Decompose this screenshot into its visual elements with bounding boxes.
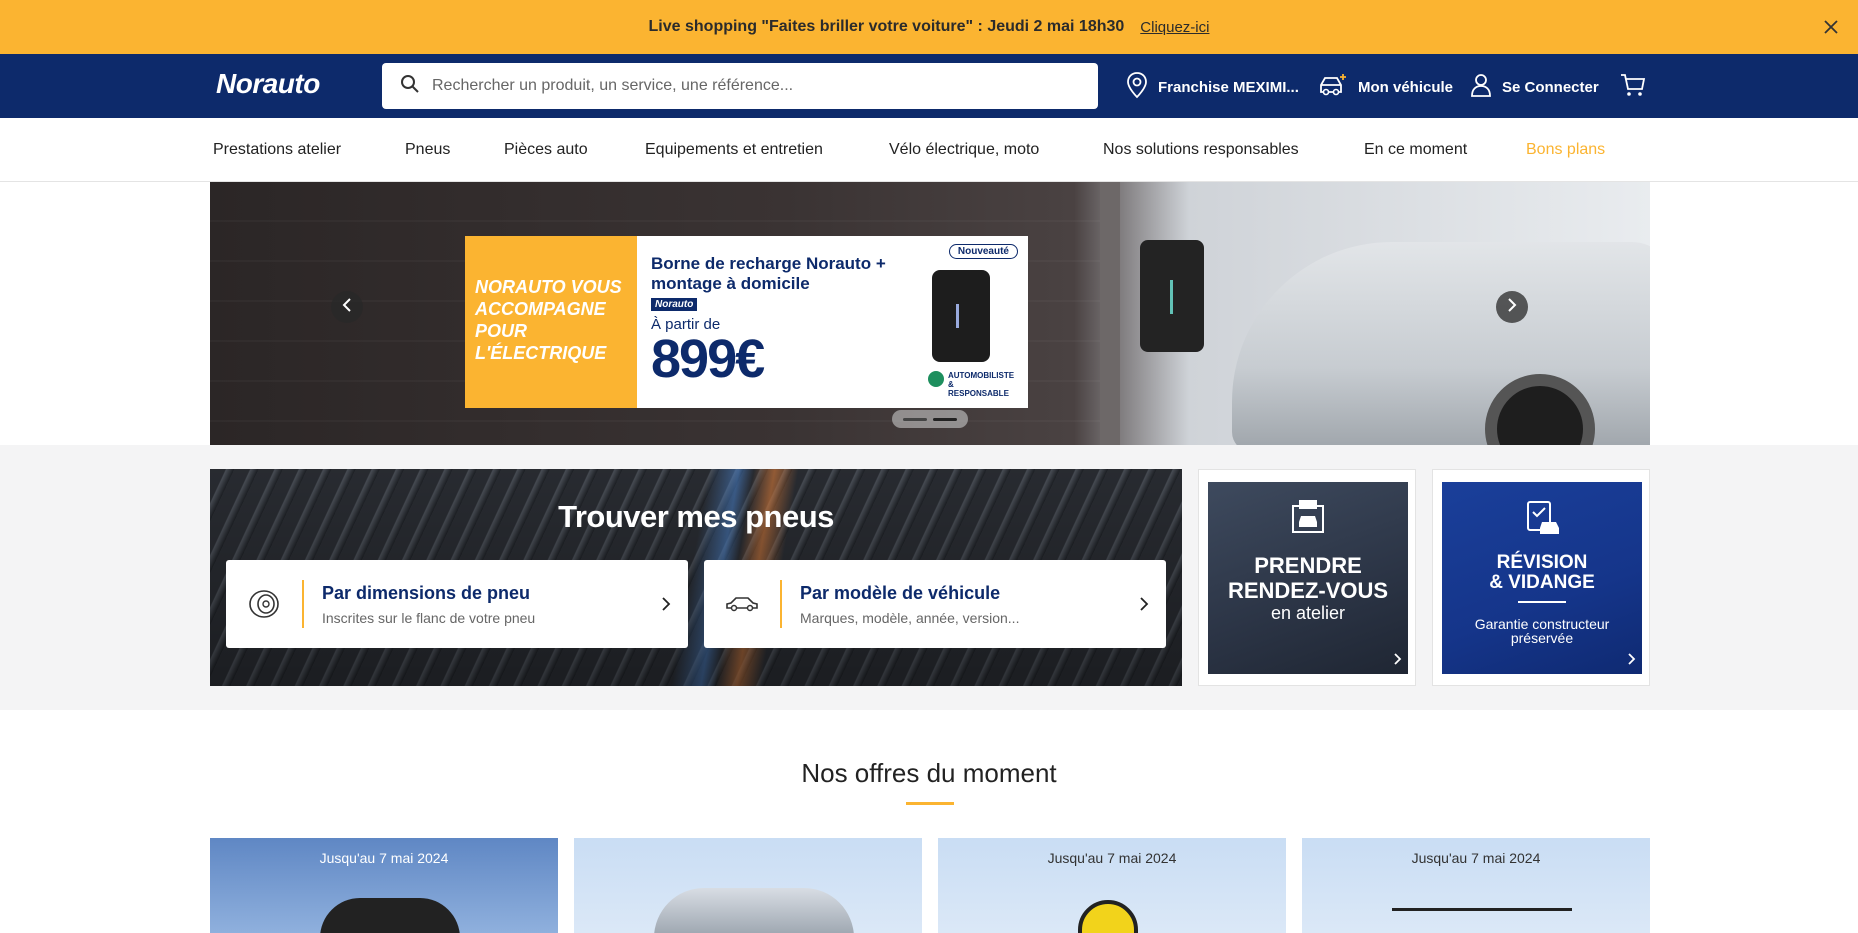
location-pin-icon [1126, 71, 1158, 103]
tire-finder: Trouver mes pneus Par dimensions de pneu… [210, 469, 1182, 686]
carousel-next-button[interactable] [1496, 291, 1528, 323]
eco-badge: AUTOMOBILISTE & RESPONSABLE [928, 371, 1014, 398]
hero-carousel[interactable]: NORAUTO VOUS ACCOMPAGNE POUR L'ÉLECTRIQU… [210, 182, 1650, 445]
tire-by-vehicle-sub: Marques, modèle, année, version... [800, 609, 1020, 626]
offers-title: Nos offres du moment [801, 758, 1057, 788]
appointment-card[interactable]: PRENDRE RENDEZ-VOUS en atelier [1198, 469, 1416, 686]
roof-box-image [320, 898, 460, 933]
revision-line1: RÉVISION [1496, 552, 1588, 573]
garage-icon [1289, 498, 1327, 539]
login-label: Se Connecter [1502, 78, 1599, 96]
ad-title: Borne de recharge Norauto + montage à do… [651, 254, 886, 293]
carousel-dot-1[interactable] [903, 417, 927, 421]
nav-item-en-ce-moment[interactable]: En ce moment [1364, 141, 1467, 159]
search-input[interactable] [432, 77, 1072, 95]
tcard-divider [302, 580, 304, 628]
user-icon [1470, 73, 1502, 101]
ad-left-text: NORAUTO VOUS ACCOMPAGNE POUR L'ÉLECTRIQU… [465, 236, 637, 408]
offer-card[interactable]: Jusqu'au 7 mai 2024 [1302, 838, 1650, 933]
close-icon[interactable] [1818, 14, 1844, 40]
promo-banner: Live shopping "Faites briller votre voit… [0, 0, 1858, 54]
chevron-right-icon [644, 597, 688, 611]
car-add-icon [1318, 72, 1358, 102]
bikes-image [1392, 908, 1572, 933]
chevron-right-icon [1394, 652, 1402, 670]
carousel-dots [892, 410, 968, 428]
site-header: Norauto Franchise MEXIMI... Mon véhicule… [0, 54, 1858, 118]
offer-date: Jusqu'au 7 mai 2024 [319, 850, 449, 866]
checklist-car-icon [1522, 498, 1562, 541]
hero-ad[interactable]: NORAUTO VOUS ACCOMPAGNE POUR L'ÉLECTRIQU… [465, 236, 1028, 408]
main-nav: Prestations atelier Pneus Pièces auto Eq… [0, 118, 1858, 182]
logo-text: Norauto [216, 68, 320, 99]
offer-date: Jusqu'au 7 mai 2024 [1047, 850, 1177, 866]
cart-icon [1620, 73, 1656, 101]
offers-title-underline [906, 802, 954, 805]
nav-item-prestations[interactable]: Prestations atelier [213, 141, 341, 159]
chevron-right-icon [1628, 652, 1636, 670]
car-icon [704, 595, 780, 613]
store-label: Franchise MEXIMI... [1158, 78, 1299, 96]
carousel-prev-button[interactable] [331, 291, 363, 323]
chevron-right-icon [1507, 297, 1517, 317]
tcard-divider [780, 580, 782, 628]
helmet-image [1078, 900, 1138, 933]
tire-by-size-sub: Inscrites sur le flanc de votre pneu [322, 609, 536, 626]
ad-mini-logo: Norauto [651, 298, 698, 311]
revision-card[interactable]: RÉVISION & VIDANGE Garantie constructeur… [1432, 469, 1650, 686]
car-image [654, 888, 854, 933]
offer-card[interactable] [574, 838, 922, 933]
appointment-line3: en atelier [1270, 603, 1346, 623]
promo-message: Live shopping "Faites briller votre voit… [648, 18, 1125, 35]
carousel-dot-2[interactable] [933, 417, 957, 421]
wallbox-image [1140, 240, 1204, 352]
cart-button[interactable] [1620, 72, 1656, 102]
offer-card[interactable]: Jusqu'au 7 mai 2024 [938, 838, 1286, 933]
nav-item-pieces[interactable]: Pièces auto [504, 141, 588, 159]
norauto-logo[interactable]: Norauto [216, 68, 320, 100]
nav-item-equipements[interactable]: Equipements et entretien [645, 141, 823, 159]
appointment-line2: RENDEZ-VOUS [1227, 578, 1389, 603]
promo-link[interactable]: Cliquez-ici [1140, 19, 1209, 36]
offer-card[interactable]: Jusqu'au 7 mai 2024 [210, 838, 558, 933]
nav-item-pneus[interactable]: Pneus [405, 141, 450, 159]
search-icon [400, 74, 420, 99]
nav-item-bons-plans[interactable]: Bons plans [1526, 141, 1605, 159]
new-badge: Nouveauté [948, 244, 1018, 259]
tire-finder-title: Trouver mes pneus [558, 499, 834, 534]
store-selector[interactable]: Franchise MEXIMI... [1126, 72, 1299, 102]
revision-line2: & VIDANGE [1489, 572, 1595, 593]
hero-wall [1100, 182, 1120, 445]
charger-image [932, 270, 990, 362]
nav-item-velo[interactable]: Vélo électrique, moto [889, 141, 1039, 159]
revision-divider [1518, 601, 1566, 603]
tire-by-vehicle-button[interactable]: Par modèle de véhicule Marques, modèle, … [704, 560, 1166, 648]
tire-icon [226, 589, 302, 619]
vehicle-selector[interactable]: Mon véhicule [1318, 72, 1453, 102]
tire-by-size-title: Par dimensions de pneu [322, 582, 531, 603]
ad-right-panel: Borne de recharge Norauto + montage à do… [637, 236, 1028, 408]
chevron-right-icon [1122, 597, 1166, 611]
chevron-left-icon [342, 297, 352, 317]
login-link[interactable]: Se Connecter [1470, 72, 1599, 102]
revision-sub: Garantie constructeur préservée [1474, 616, 1610, 646]
tire-by-size-button[interactable]: Par dimensions de pneu Inscrites sur le … [226, 560, 688, 648]
tire-by-vehicle-title: Par modèle de véhicule [800, 582, 1001, 603]
offer-date: Jusqu'au 7 mai 2024 [1411, 850, 1541, 866]
appointment-line1: PRENDRE [1254, 553, 1362, 578]
vehicle-label: Mon véhicule [1358, 78, 1454, 96]
search-bar[interactable] [382, 63, 1098, 109]
nav-item-solutions[interactable]: Nos solutions responsables [1103, 141, 1299, 159]
